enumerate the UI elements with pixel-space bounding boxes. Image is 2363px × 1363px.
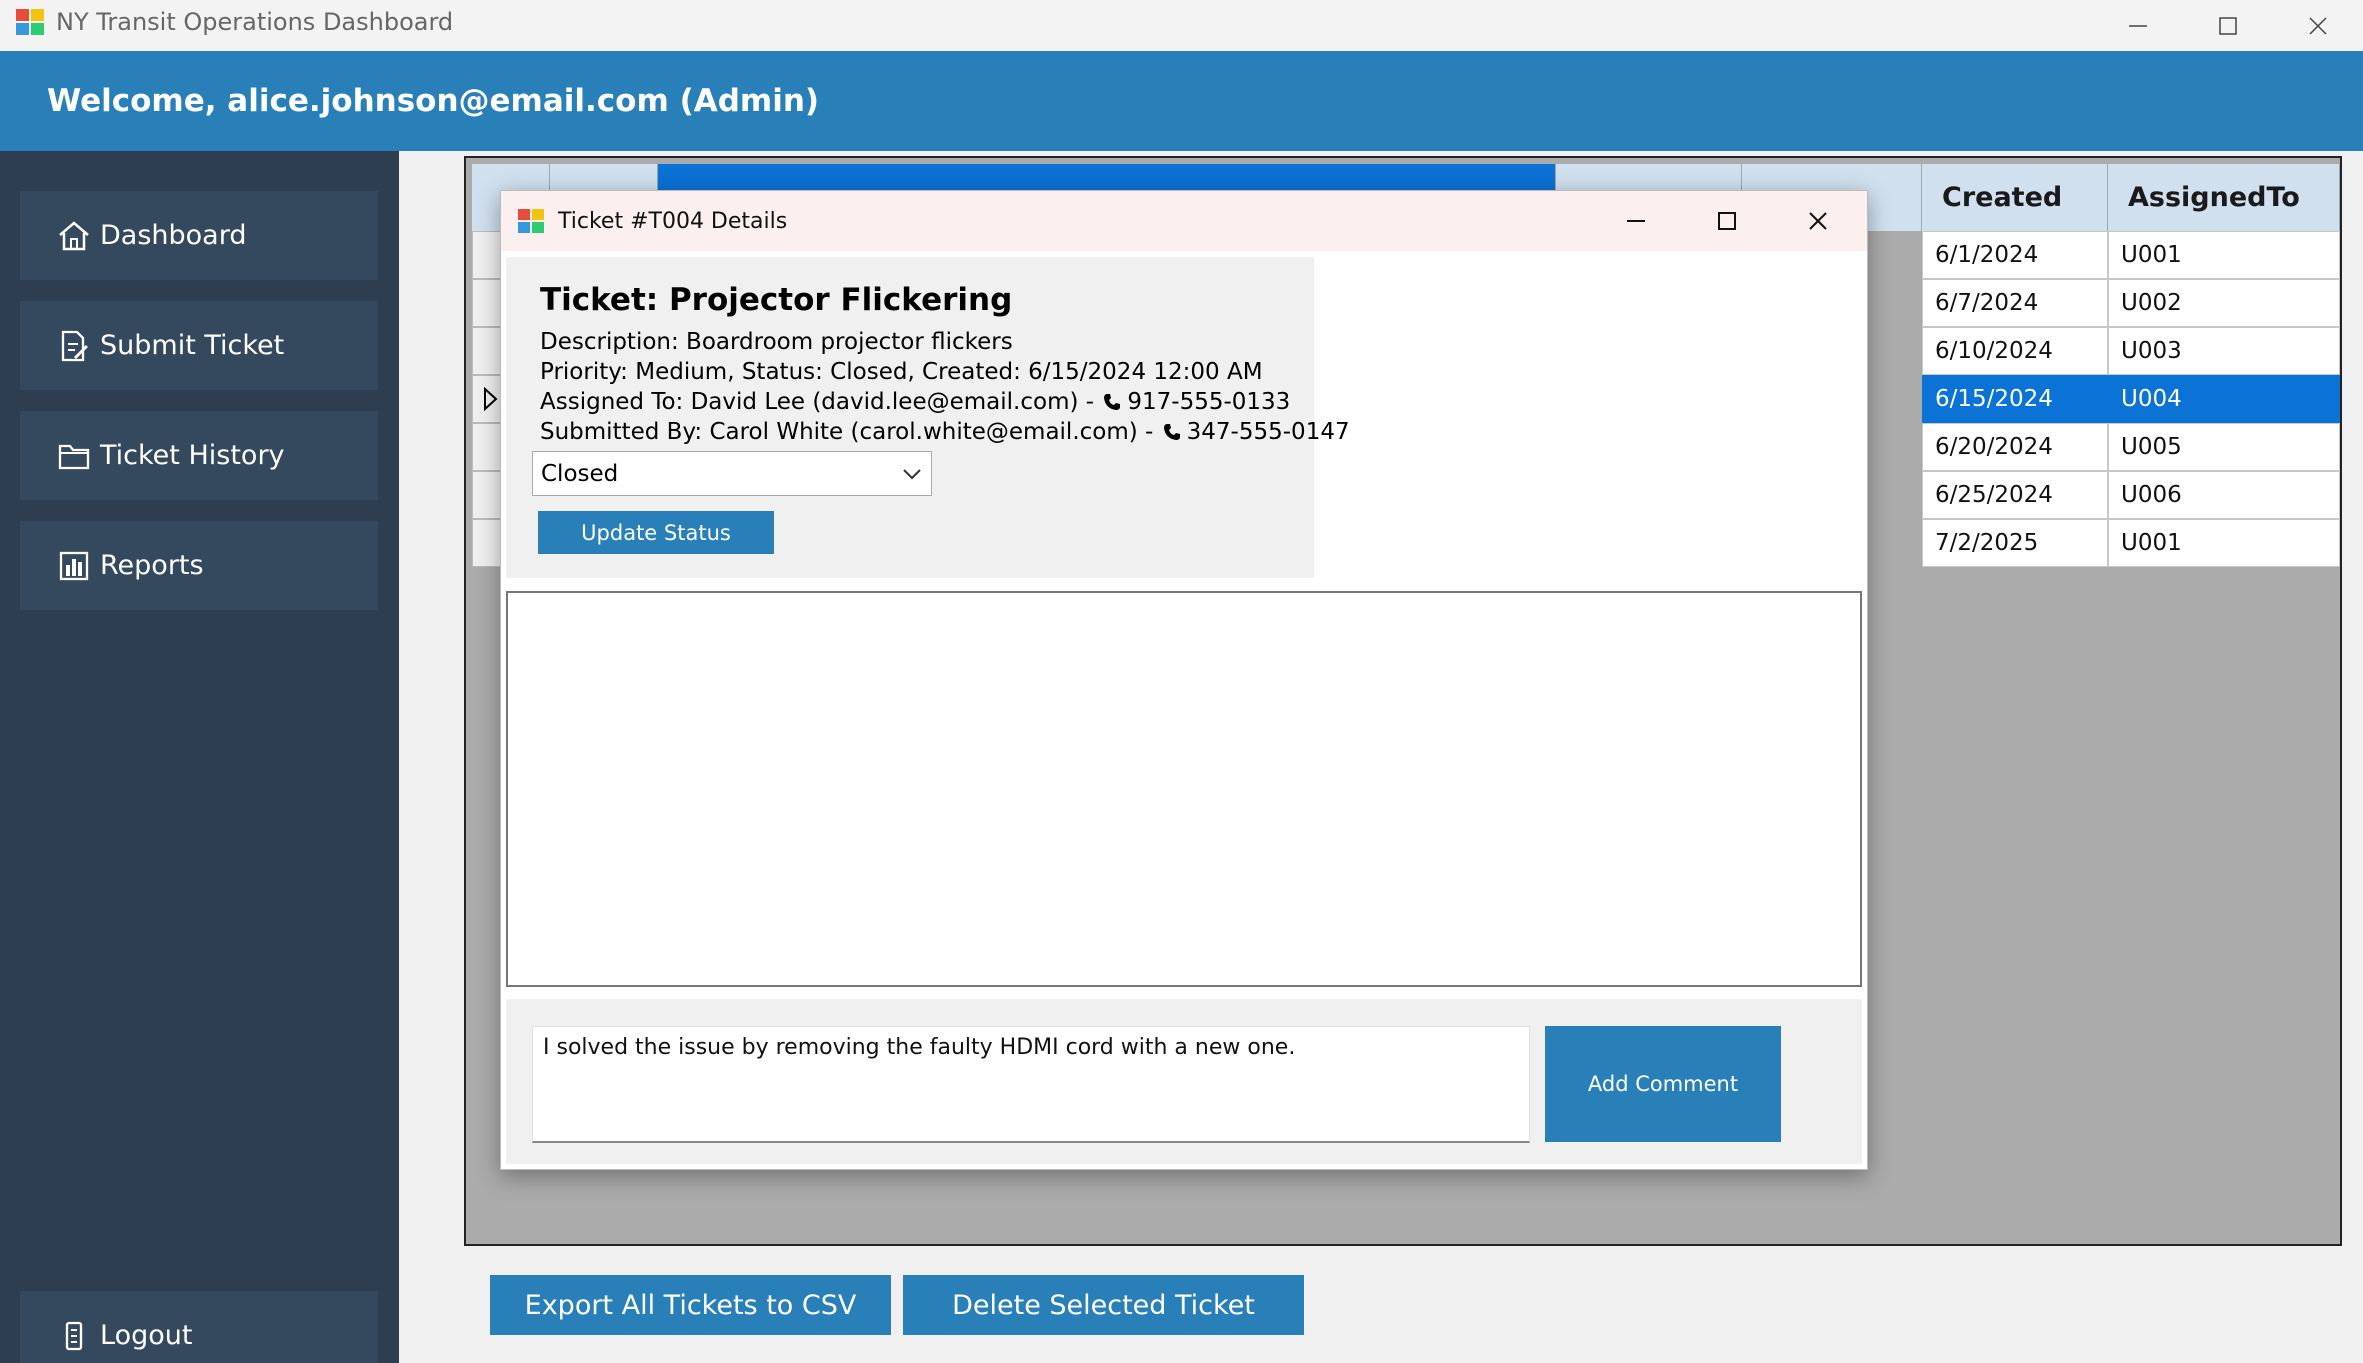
submitted-by-text: Submitted By: Carol White (carol.white@e…: [540, 419, 1161, 445]
window-titlebar: NY Transit Operations Dashboard: [0, 0, 2363, 51]
welcome-text: Welcome, alice.johnson@email.com (Admin): [47, 83, 820, 119]
close-icon: [1809, 212, 1827, 230]
sidebar-item-label: Ticket History: [100, 440, 285, 471]
delete-ticket-button[interactable]: Delete Selected Ticket: [903, 1275, 1304, 1335]
sidebar-item-submit-ticket[interactable]: Submit Ticket: [20, 301, 378, 390]
sidebar: Dashboard Submit Ticket Ticket History R…: [0, 151, 399, 1363]
dialog-title: Ticket #T004 Details: [558, 209, 788, 234]
dialog-close-button[interactable]: [1773, 191, 1863, 251]
cell-created[interactable]: 6/10/2024: [1922, 327, 2108, 375]
ticket-heading: Ticket: Projector Flickering: [540, 282, 1013, 318]
comment-input[interactable]: I solved the issue by removing the fault…: [532, 1026, 1530, 1143]
cell-created[interactable]: 6/7/2024: [1922, 279, 2108, 327]
close-icon: [2309, 16, 2327, 35]
grid-header-assignedto[interactable]: AssignedTo: [2108, 164, 2340, 231]
status-dropdown[interactable]: Closed: [532, 451, 932, 496]
cell-assignedto[interactable]: U003: [2108, 327, 2340, 375]
phone-icon: [1163, 424, 1180, 440]
ticket-info-panel: Ticket: Projector Flickering Description…: [506, 257, 1350, 578]
cell-assignedto[interactable]: U001: [2108, 519, 2340, 567]
window-title: NY Transit Operations Dashboard: [56, 8, 454, 36]
update-status-button[interactable]: Update Status: [538, 511, 774, 554]
minimize-icon: [1627, 220, 1645, 222]
grid-header-created[interactable]: Created: [1922, 164, 2108, 231]
edit-document-icon: [56, 328, 92, 364]
home-icon: [56, 218, 92, 254]
ticket-description: Description: Boardroom projector flicker…: [540, 329, 1013, 355]
add-comment-button[interactable]: Add Comment: [1545, 1026, 1781, 1142]
app-icon: [16, 9, 44, 35]
comment-entry-panel: I solved the issue by removing the fault…: [506, 999, 1862, 1164]
maximize-icon: [2219, 16, 2237, 35]
sidebar-item-label: Dashboard: [100, 220, 247, 251]
current-row-arrow-icon: [484, 386, 498, 412]
cell-assignedto[interactable]: U001: [2108, 231, 2340, 279]
sidebar-item-ticket-history[interactable]: Ticket History: [20, 411, 378, 500]
bar-chart-icon: [56, 548, 92, 584]
cell-created[interactable]: 6/20/2024: [1922, 423, 2108, 471]
cell-assignedto[interactable]: U006: [2108, 471, 2340, 519]
ticket-details-dialog: Ticket #T004 Details Ticket: Projector F…: [500, 190, 1868, 1170]
submitted-phone: 347-555-0147: [1186, 419, 1350, 445]
assigned-to-text: Assigned To: David Lee (david.lee@email.…: [540, 389, 1102, 415]
dialog-app-icon: [518, 209, 544, 233]
dialog-minimize-button[interactable]: [1591, 191, 1681, 251]
folder-icon: [56, 438, 92, 474]
status-dropdown-value: Closed: [541, 460, 619, 487]
logout-label: Logout: [100, 1320, 193, 1351]
sidebar-item-label: Submit Ticket: [100, 330, 285, 361]
phone-icon: [1104, 394, 1121, 410]
sidebar-item-dashboard[interactable]: Dashboard: [20, 191, 378, 280]
cell-created[interactable]: 7/2/2025: [1922, 519, 2108, 567]
close-button[interactable]: [2273, 0, 2363, 51]
minimize-button[interactable]: [2093, 0, 2183, 51]
ticket-priority-status: Priority: Medium, Status: Closed, Create…: [540, 359, 1263, 385]
assigned-phone: 917-555-0133: [1127, 389, 1291, 415]
comments-list[interactable]: [506, 591, 1862, 987]
maximize-button[interactable]: [2183, 0, 2273, 51]
logout-icon: [56, 1318, 92, 1354]
sidebar-item-label: Reports: [100, 550, 204, 581]
dialog-body: Ticket: Projector Flickering Description…: [501, 251, 1867, 1169]
cell-assignedto[interactable]: U002: [2108, 279, 2340, 327]
ticket-submitted-by: Submitted By: Carol White (carol.white@e…: [540, 419, 1350, 445]
dialog-titlebar: Ticket #T004 Details: [501, 191, 1867, 251]
minimize-icon: [2129, 24, 2147, 27]
cell-assignedto[interactable]: U005: [2108, 423, 2340, 471]
ticket-assigned-to: Assigned To: David Lee (david.lee@email.…: [540, 389, 1290, 415]
cell-created[interactable]: 6/15/2024: [1922, 375, 2108, 423]
app-header: Welcome, alice.johnson@email.com (Admin): [0, 51, 2363, 151]
cell-created[interactable]: 6/1/2024: [1922, 231, 2108, 279]
export-csv-button[interactable]: Export All Tickets to CSV: [490, 1275, 891, 1335]
dialog-maximize-button[interactable]: [1682, 191, 1772, 251]
maximize-icon: [1718, 212, 1736, 230]
cell-created[interactable]: 6/25/2024: [1922, 471, 2108, 519]
chevron-down-icon: [903, 469, 921, 480]
cell-assignedto[interactable]: U004: [2108, 375, 2340, 423]
sidebar-item-reports[interactable]: Reports: [20, 521, 378, 610]
logout-button[interactable]: Logout: [20, 1291, 378, 1363]
